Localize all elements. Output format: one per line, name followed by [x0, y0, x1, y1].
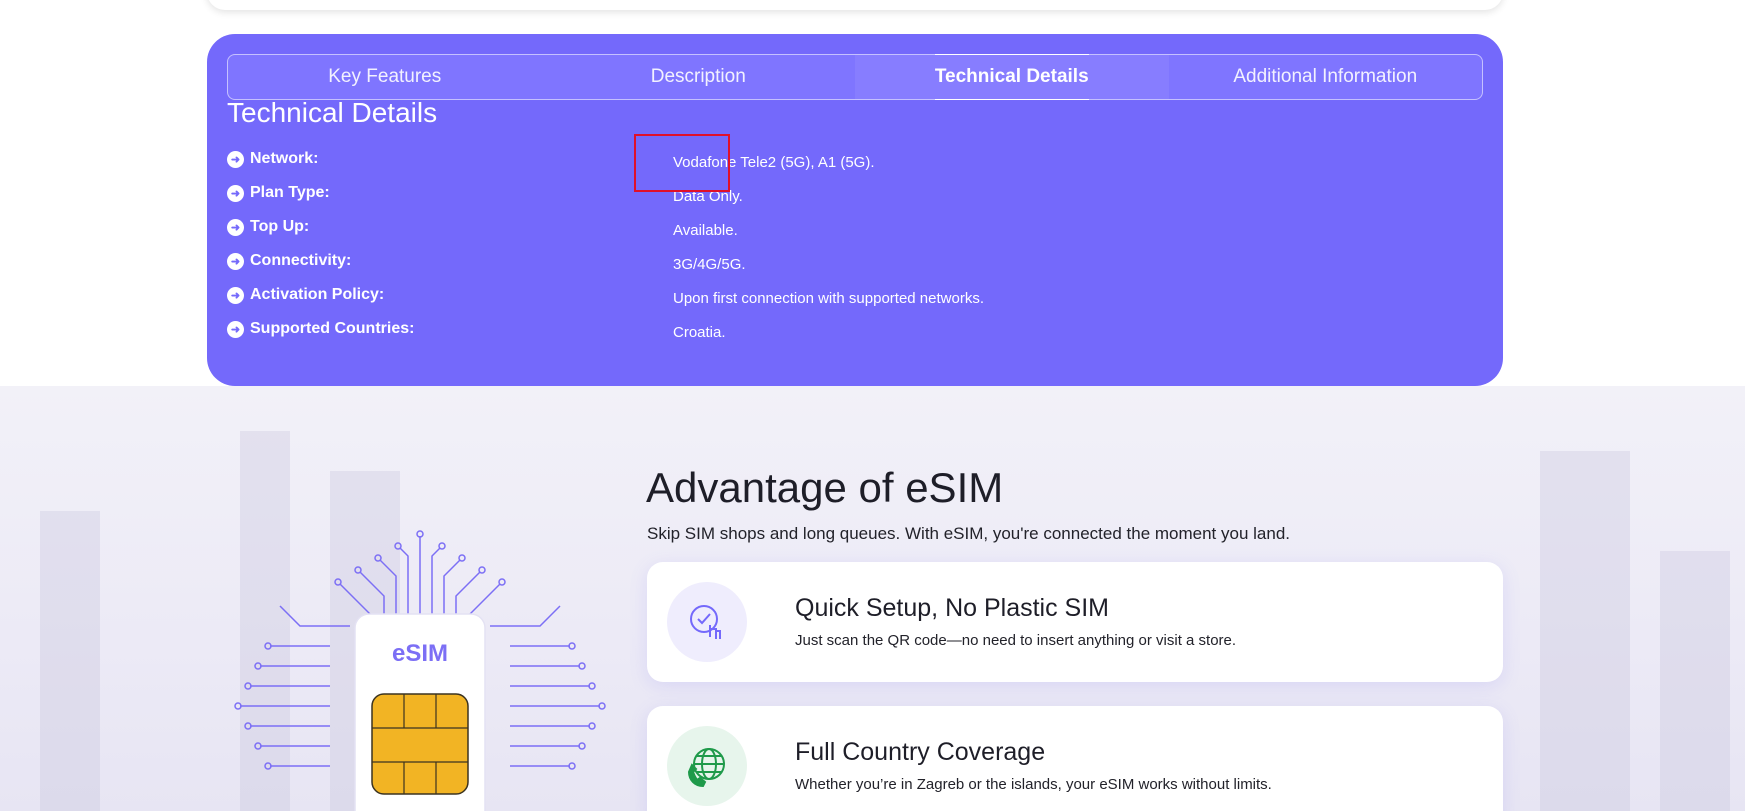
spec-label: Network: [250, 150, 319, 167]
spec-label: Top Up: [250, 218, 310, 235]
feature-card-quick-setup: Quick Setup, No Plastic SIM Just scan th… [647, 562, 1503, 682]
feature-title: Full Country Coverage [795, 738, 1046, 766]
previous-card [207, 0, 1503, 10]
city-silhouette [1540, 451, 1630, 811]
spec-label: Connectivity: [250, 252, 352, 269]
product-tabs: Key Features Description Technical Detai… [227, 54, 1483, 100]
tab-technical-details[interactable]: Technical Details [855, 54, 1169, 100]
spec-row-supported-countries: ➜ Supported Countries: Croatia. [227, 320, 1427, 350]
spec-row-network: ➜ Network: Vodafone Tele2 (5G), A1 (5G). [227, 150, 1427, 180]
highlight-box [634, 134, 730, 192]
spec-label: Supported Countries: [250, 320, 415, 337]
arrow-icon: ➜ [227, 286, 244, 304]
spec-value: Croatia. [673, 324, 726, 341]
advantage-title: Advantage of eSIM [646, 464, 1004, 511]
spec-row-top-up: ➜ Top Up: Available. [227, 218, 1427, 248]
city-silhouette [40, 511, 100, 811]
arrow-icon: ➜ [227, 184, 244, 202]
feature-description: Just scan the QR code—no need to insert … [795, 632, 1237, 649]
spec-row-plan-type: ➜ Plan Type: Data Only. [227, 184, 1427, 214]
spec-value: Available. [673, 222, 738, 239]
city-silhouette [1660, 551, 1730, 811]
globe-phone-icon [667, 726, 747, 806]
advantage-section: eSIM Advantage of eSIM Skip SIM shops an… [0, 386, 1745, 811]
tap-check-icon [667, 582, 747, 662]
spec-row-activation-policy: ➜ Activation Policy: Upon first connectio… [227, 286, 1427, 316]
arrow-icon: ➜ [227, 320, 244, 338]
arrow-icon: ➜ [227, 252, 244, 270]
tab-additional-information[interactable]: Additional Information [1169, 55, 1483, 99]
tab-key-features[interactable]: Key Features [228, 55, 542, 99]
esim-illustration: eSIM [230, 526, 610, 811]
circuit-icon [234, 530, 606, 811]
spec-value: 3G/4G/5G. [673, 256, 746, 273]
spec-value: Upon first connection with supported net… [673, 290, 984, 307]
tab-description[interactable]: Description [542, 55, 856, 99]
advantage-subtitle: Skip SIM shops and long queues. With eSI… [647, 524, 1290, 543]
arrow-icon: ➜ [227, 218, 244, 236]
feature-description: Whether you’re in Zagreb or the islands,… [795, 776, 1272, 793]
arrow-icon: ➜ [227, 150, 244, 168]
feature-card-coverage: Full Country Coverage Whether you’re in … [647, 706, 1503, 811]
spec-row-connectivity: ➜ Connectivity: 3G/4G/5G. [227, 252, 1427, 282]
feature-title: Quick Setup, No Plastic SIM [795, 594, 1110, 622]
section-title: Technical Details [227, 102, 438, 128]
technical-details-panel: Key Features Description Technical Detai… [207, 34, 1503, 386]
spec-label: Plan Type: [250, 184, 330, 201]
spec-label: Activation Policy: [250, 286, 385, 303]
esim-label: eSIM [391, 640, 448, 667]
